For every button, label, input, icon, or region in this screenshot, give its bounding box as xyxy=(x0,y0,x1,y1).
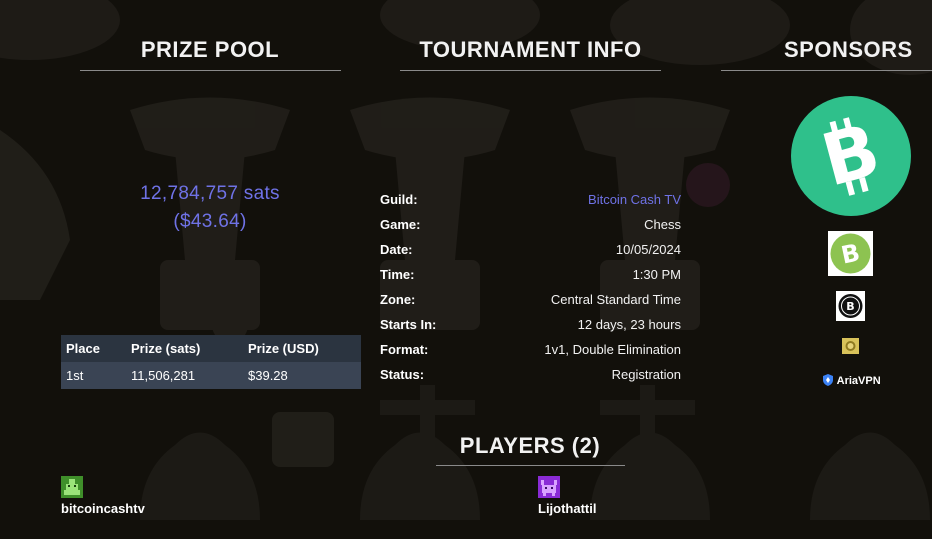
bitcoin-icon: B xyxy=(813,107,888,202)
info-row-guild: Guild: Bitcoin Cash TV xyxy=(380,192,681,212)
player-name: bitcoincashtv xyxy=(61,501,145,516)
prize-pool-sats: 12,784,757 sats xyxy=(140,183,280,204)
info-label: Guild: xyxy=(380,192,418,207)
info-value: 12 days, 23 hours xyxy=(577,317,681,332)
prize-pool-usd: ($43.64) xyxy=(173,211,247,232)
avatar xyxy=(538,476,560,498)
prize-usd-cell: $39.28 xyxy=(243,362,361,389)
shield-icon xyxy=(823,374,833,386)
ariavpn-logo[interactable]: AriaVPN xyxy=(822,374,881,387)
player-card[interactable]: bitcoincashtv xyxy=(61,476,181,516)
info-value: Chess xyxy=(644,217,681,232)
players-title: PLAYERS (2) xyxy=(459,433,601,458)
prize-table: Place Prize (sats) Prize (USD) 1st 11,50… xyxy=(61,335,361,389)
sponsors-divider xyxy=(721,70,932,71)
tournament-info-title: TOURNAMENT INFO xyxy=(419,37,642,62)
info-value: 1:30 PM xyxy=(632,267,681,282)
gold-coin-logo[interactable] xyxy=(842,338,859,354)
guild-link[interactable]: Bitcoin Cash TV xyxy=(588,192,681,207)
prize-table-header-usd: Prize (USD) xyxy=(243,335,361,362)
bitcoin-icon: B xyxy=(838,294,863,318)
player-name: Lijothattil xyxy=(538,501,597,516)
sponsors-title: SPONSORS xyxy=(784,37,913,62)
info-value: Central Standard Time xyxy=(550,292,681,307)
info-label: Status: xyxy=(380,367,425,382)
bitcoin-icon: B xyxy=(830,233,871,274)
info-label: Format: xyxy=(380,342,429,357)
bitcoin-circle-logo[interactable]: B xyxy=(836,291,865,321)
info-row-format: Format: 1v1, Double Elimination xyxy=(380,342,681,362)
prize-place-cell: 1st xyxy=(61,362,126,389)
players-divider xyxy=(436,465,625,466)
info-label: Starts In: xyxy=(380,317,437,332)
prize-pool-title: PRIZE POOL xyxy=(140,37,280,62)
bitcoin-cash-logo-small[interactable]: B xyxy=(828,231,873,276)
info-row-time: Time: 1:30 PM xyxy=(380,267,681,287)
info-label: Game: xyxy=(380,217,421,232)
info-row-starts-in: Starts In: 12 days, 23 hours xyxy=(380,317,681,337)
tournament-info-divider xyxy=(400,70,661,71)
info-value: 1v1, Double Elimination xyxy=(544,342,681,357)
info-label: Date: xyxy=(380,242,413,257)
info-row-date: Date: 10/05/2024 xyxy=(380,242,681,262)
table-row: 1st 11,506,281 $39.28 xyxy=(61,362,361,389)
info-row-game: Game: Chess xyxy=(380,217,681,237)
info-row-status: Status: Registration xyxy=(380,367,681,387)
prize-table-header-row: Place Prize (sats) Prize (USD) xyxy=(61,335,361,362)
ariavpn-label: AriaVPN xyxy=(836,375,881,387)
prize-table-header-place: Place xyxy=(61,335,126,362)
prize-sats-cell: 11,506,281 xyxy=(126,362,243,389)
info-value: 10/05/2024 xyxy=(615,242,681,257)
info-label: Time: xyxy=(380,267,415,282)
bitcoin-cash-logo-large[interactable]: B xyxy=(791,96,911,216)
player-card[interactable]: Lijothattil xyxy=(538,476,658,516)
info-value: Registration xyxy=(611,367,681,382)
prize-table-header-sats: Prize (sats) xyxy=(126,335,243,362)
coin-icon xyxy=(842,338,859,354)
info-row-zone: Zone: Central Standard Time xyxy=(380,292,681,312)
avatar xyxy=(61,476,83,498)
info-label: Zone: xyxy=(380,292,416,307)
svg-text:B: B xyxy=(846,300,854,313)
prize-pool-divider xyxy=(80,70,341,71)
